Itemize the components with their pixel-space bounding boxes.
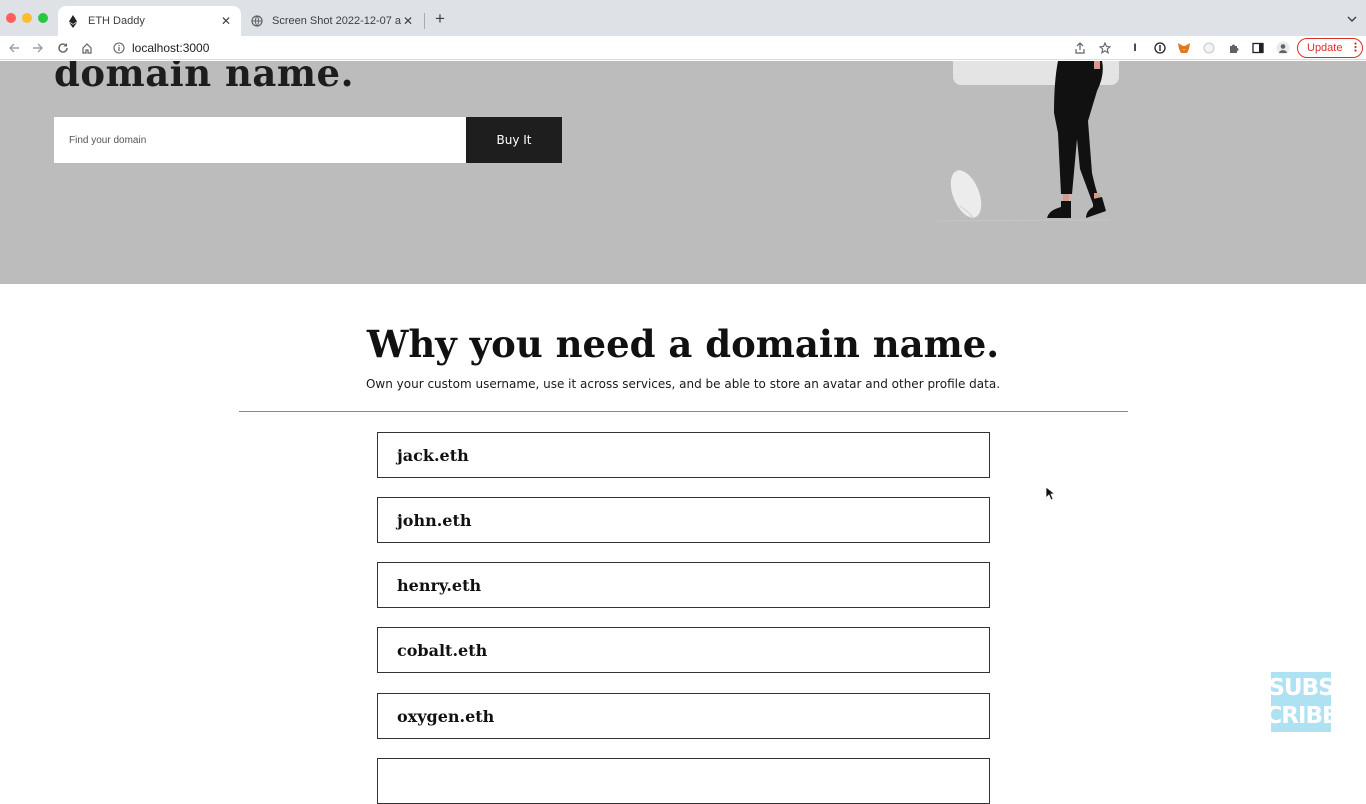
address-bar[interactable]: localhost:3000 — [104, 37, 1124, 59]
close-tab-icon[interactable]: ✕ — [401, 14, 415, 28]
person-illustration — [937, 61, 1119, 222]
buy-it-button[interactable]: Buy It — [466, 117, 562, 163]
tab-title: ETH Daddy — [88, 15, 145, 27]
browser-toolbar: localhost:3000 I Update — [0, 36, 1366, 60]
globe-icon — [250, 14, 264, 28]
close-tab-icon[interactable]: ✕ — [219, 14, 233, 28]
tab-screenshot[interactable]: Screen Shot 2022-12-07 at 10 ✕ — [242, 6, 423, 36]
domain-card[interactable]: jack.eth — [377, 432, 990, 478]
extensions-puzzle-icon[interactable] — [1226, 40, 1242, 56]
bookmark-star-icon[interactable] — [1097, 40, 1113, 56]
mouse-cursor-icon — [1046, 487, 1056, 501]
home-icon[interactable] — [79, 40, 95, 56]
maximize-window-button[interactable] — [38, 13, 48, 23]
subscribe-line-2: CRIBE — [1265, 703, 1337, 729]
section-subtitle: Own your custom username, use it across … — [365, 377, 1001, 391]
chevron-down-icon[interactable] — [1344, 11, 1360, 27]
update-label: Update — [1307, 42, 1343, 54]
hero-section: domain name. Buy It — [0, 61, 1366, 284]
tab-eth-daddy[interactable]: ETH Daddy ✕ — [58, 6, 241, 36]
close-window-button[interactable] — [6, 13, 16, 23]
subscribe-line-1: SUBS — [1268, 675, 1334, 701]
url-text: localhost:3000 — [132, 41, 210, 55]
profile-avatar[interactable] — [1275, 40, 1291, 56]
domain-card[interactable]: cobalt.eth — [377, 627, 990, 673]
extension-cursor-icon[interactable]: I — [1127, 40, 1143, 56]
extension-1password-icon[interactable] — [1152, 40, 1168, 56]
reload-icon[interactable] — [55, 40, 71, 56]
domain-card[interactable]: john.eth — [377, 497, 990, 543]
domain-name: henry.eth — [397, 575, 482, 595]
domain-name: oxygen.eth — [397, 706, 495, 726]
share-icon[interactable] — [1072, 40, 1088, 56]
domain-name: jack.eth — [397, 445, 469, 465]
tab-title: Screen Shot 2022-12-07 at 10 — [272, 15, 401, 27]
extension-ghost-icon[interactable] — [1201, 40, 1217, 56]
domain-card[interactable]: henry.eth — [377, 562, 990, 608]
update-button[interactable]: Update — [1297, 38, 1363, 58]
forward-arrow-icon[interactable] — [30, 40, 46, 56]
hero-title: domain name. — [54, 61, 354, 95]
info-icon[interactable] — [112, 41, 126, 55]
ethereum-icon — [66, 14, 80, 28]
domain-name: john.eth — [397, 510, 472, 530]
domain-name: cobalt.eth — [397, 640, 488, 660]
minimize-window-button[interactable] — [22, 13, 32, 23]
section-divider — [239, 411, 1128, 412]
browser-tab-bar: ETH Daddy ✕ Screen Shot 2022-12-07 at 10… — [0, 0, 1366, 36]
back-arrow-icon[interactable] — [6, 40, 22, 56]
side-panel-icon[interactable] — [1250, 40, 1266, 56]
domain-search-input[interactable] — [54, 117, 466, 163]
subscribe-watermark: SUBS CRIBE — [1265, 672, 1338, 732]
new-tab-button[interactable]: + — [432, 9, 448, 28]
metamask-fox-icon[interactable] — [1176, 40, 1192, 56]
section-title: Why you need a domain name. — [366, 322, 1000, 366]
domain-card[interactable]: oxygen.eth — [377, 693, 990, 739]
domain-card[interactable] — [377, 758, 990, 804]
tab-separator — [424, 13, 425, 29]
more-vertical-icon — [1354, 41, 1357, 55]
